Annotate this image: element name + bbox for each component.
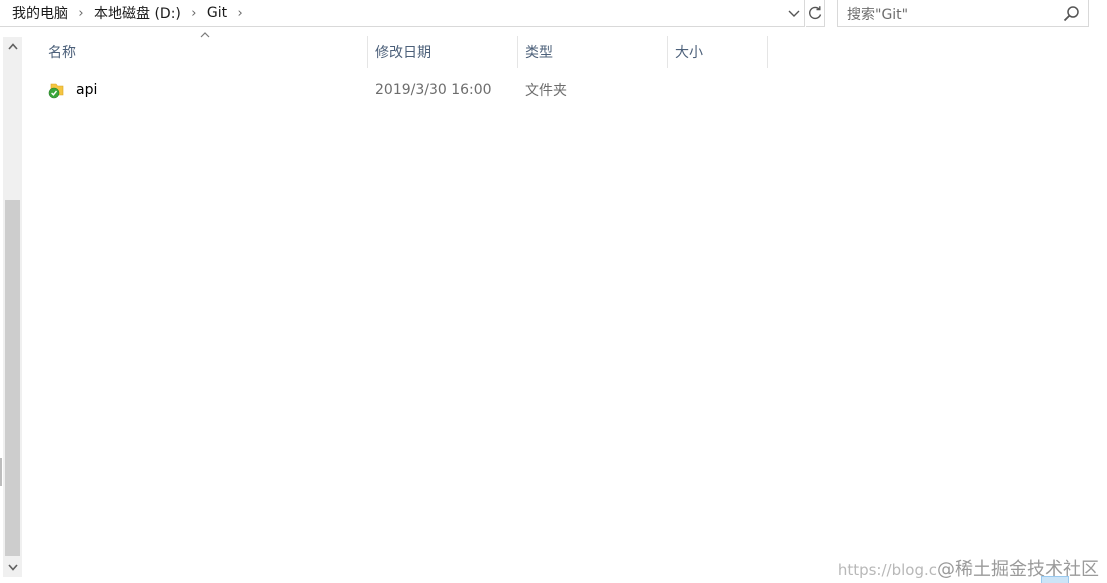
column-header-date-modified[interactable]: 修改日期 (367, 36, 517, 68)
breadcrumb-item-this-pc[interactable]: 我的电脑 (10, 3, 70, 23)
file-row[interactable]: api 2019/3/30 16:00 文件夹 (40, 76, 770, 104)
scroll-down-button[interactable] (3, 558, 22, 577)
address-bar[interactable]: 我的电脑 › 本地磁盘 (D:) › Git › (0, 0, 805, 27)
breadcrumb-item-git[interactable]: Git (205, 5, 229, 21)
column-header-name[interactable]: 名称 (40, 36, 367, 68)
column-header-type[interactable]: 类型 (517, 36, 667, 68)
scroll-up-button[interactable] (3, 37, 22, 56)
column-header-size[interactable]: 大小 (667, 36, 767, 68)
chevron-up-icon (7, 43, 18, 50)
chevron-right-icon[interactable]: › (229, 6, 251, 21)
refresh-button[interactable] (806, 0, 825, 27)
chevron-right-icon[interactable]: › (183, 6, 205, 21)
file-type: 文件夹 (525, 83, 567, 99)
file-name: api (76, 82, 98, 98)
search-box[interactable]: 搜索"Git" (837, 0, 1089, 27)
search-icon[interactable] (1063, 5, 1080, 22)
column-headers: 名称 修改日期 类型 大小 (40, 32, 770, 68)
breadcrumb: 我的电脑 › 本地磁盘 (D:) › Git › (10, 0, 251, 26)
watermark-site: @稀土掘金技术社区 (937, 559, 1099, 580)
refresh-icon (809, 6, 822, 20)
breadcrumb-item-local-disk[interactable]: 本地磁盘 (D:) (92, 3, 183, 23)
chevron-down-icon (7, 564, 18, 571)
file-name-cell[interactable]: api (48, 76, 97, 104)
column-divider[interactable] (767, 36, 768, 68)
chevron-down-icon (788, 10, 800, 17)
file-date-modified: 2019/3/30 16:00 (375, 82, 492, 98)
vertical-scrollbar[interactable] (3, 37, 22, 577)
chevron-right-icon[interactable]: › (70, 6, 92, 21)
scroll-thumb[interactable] (5, 200, 20, 556)
watermark-url: https://blog.c (837, 561, 937, 579)
view-toggle-button[interactable] (1041, 576, 1069, 583)
search-input[interactable]: 搜索"Git" (847, 4, 908, 24)
address-history-dropdown[interactable] (784, 4, 804, 24)
pane-splitter[interactable] (0, 458, 2, 486)
git-synced-folder-icon (48, 83, 64, 99)
